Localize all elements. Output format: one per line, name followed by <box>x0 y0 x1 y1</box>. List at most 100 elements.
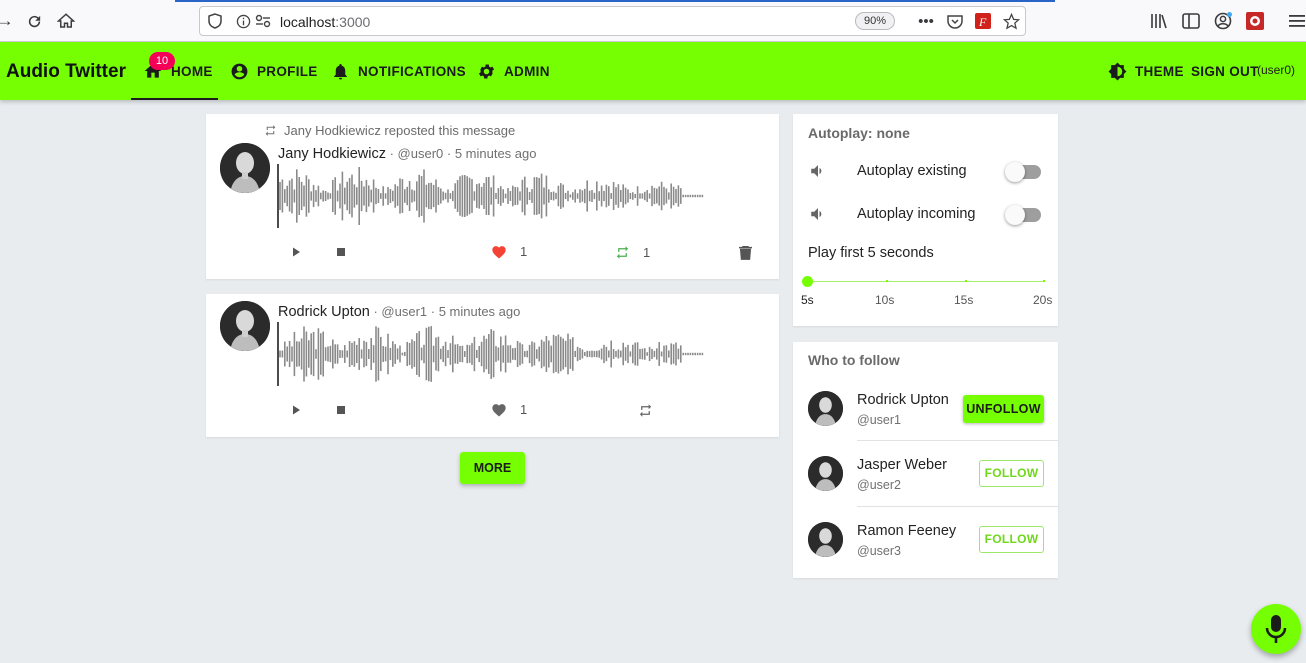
audio-waveform[interactable] <box>277 322 707 386</box>
bookmark-star-icon[interactable] <box>1000 10 1022 32</box>
microphone-icon <box>1265 615 1287 643</box>
nav-notifications[interactable]: NOTIFICATIONS <box>331 42 466 100</box>
theme-button[interactable]: THEME <box>1108 42 1184 100</box>
gear-icon <box>478 64 495 78</box>
toggle-knob <box>1005 205 1025 225</box>
home-page-icon[interactable] <box>55 10 77 32</box>
repost-note: Jany Hodkiewicz reposted this message <box>264 123 515 138</box>
account-circle-icon <box>231 63 248 79</box>
nav-home-label: HOME <box>171 63 213 79</box>
addon-icon[interactable] <box>1244 10 1266 32</box>
avatar[interactable] <box>220 143 270 193</box>
play-icon <box>293 247 300 257</box>
zoom-level[interactable]: 90% <box>855 12 896 30</box>
autoplay-title: Autoplay: none <box>808 125 910 141</box>
post-meta: · @user1 · 5 minutes ago <box>369 304 521 319</box>
follow-user-name[interactable]: Jasper Weber <box>857 457 947 473</box>
slider-tick-mark <box>965 280 967 282</box>
reload-icon[interactable] <box>23 10 45 32</box>
delete-button[interactable] <box>739 245 752 260</box>
menu-icon[interactable] <box>1286 10 1306 32</box>
autoplay-incoming-toggle[interactable] <box>1005 205 1041 225</box>
avatar[interactable] <box>808 456 843 491</box>
slider-thumb[interactable] <box>802 276 813 287</box>
divider <box>857 440 1058 441</box>
app-title[interactable]: Audio Twitter <box>6 61 126 83</box>
sign-out-button[interactable]: SIGN OUT <box>1191 42 1259 100</box>
like-button[interactable]: 1 <box>491 402 527 417</box>
svg-text:F: F <box>978 15 987 29</box>
play-button[interactable] <box>290 246 302 258</box>
post-author: Jany Hodkiewicz · @user0 · 5 minutes ago <box>278 146 536 162</box>
repost-small-icon <box>265 125 276 136</box>
post-meta: · @user0 · 5 minutes ago <box>386 146 537 161</box>
toggle-knob <box>1005 162 1025 182</box>
audio-waveform[interactable] <box>277 164 707 228</box>
shield-icon[interactable] <box>204 10 226 32</box>
extension-f-icon[interactable]: F <box>972 10 994 32</box>
pocket-icon[interactable] <box>944 10 966 32</box>
nav-admin[interactable]: ADMIN <box>477 42 550 100</box>
current-user: (user0) <box>1257 63 1296 77</box>
slider-tick-label: 5s <box>801 293 814 307</box>
sidebar-icon[interactable] <box>1180 10 1202 32</box>
trash-icon <box>739 246 752 260</box>
follow-button[interactable]: FOLLOW <box>979 526 1044 553</box>
follow-user-handle: @user3 <box>857 544 901 558</box>
more-actions-icon[interactable]: ••• <box>915 10 937 32</box>
slider-tick-label: 15s <box>954 293 974 307</box>
stop-button[interactable] <box>336 405 346 415</box>
avatar[interactable] <box>808 522 843 557</box>
stop-icon <box>337 406 345 414</box>
active-tab-indicator <box>131 98 218 100</box>
bell-icon <box>334 63 347 79</box>
follow-user-name[interactable]: Rodrick Upton <box>857 392 949 408</box>
repost-icon <box>616 246 629 259</box>
play-first-label: Play first 5 seconds <box>808 245 934 261</box>
brightness-icon <box>1108 62 1127 80</box>
repost-note-text: Jany Hodkiewicz reposted this message <box>284 123 516 138</box>
record-button[interactable] <box>1251 604 1301 654</box>
like-button[interactable]: 1 <box>491 244 527 259</box>
slider-tick-label: 10s <box>875 293 895 307</box>
unfollow-button[interactable]: UNFOLLOW <box>963 395 1044 423</box>
heart-icon <box>492 404 506 417</box>
account-icon[interactable] <box>1212 10 1234 32</box>
avatar[interactable] <box>220 301 270 351</box>
author-name[interactable]: Rodrick Upton <box>278 304 370 320</box>
nav-profile[interactable]: PROFILE <box>230 42 318 100</box>
who-to-follow-panel: Who to follow Rodrick Upton @user1 UNFOL… <box>793 342 1058 578</box>
repost-button[interactable]: 1 <box>615 245 650 260</box>
follow-user-name[interactable]: Ramon Feeney <box>857 523 956 539</box>
play-button[interactable] <box>290 404 302 416</box>
nav-home[interactable]: HOME <box>143 42 213 100</box>
play-icon <box>293 405 300 415</box>
library-icon[interactable] <box>1148 10 1170 32</box>
sign-out-label: SIGN OUT <box>1191 63 1259 79</box>
slider-tick-mark <box>1043 280 1045 282</box>
slider-tick-label: 20s <box>1033 293 1053 307</box>
permissions-icon[interactable] <box>252 10 274 32</box>
post-author: Rodrick Upton · @user1 · 5 minutes ago <box>278 304 520 320</box>
author-name[interactable]: Jany Hodkiewicz <box>278 146 386 162</box>
slider-track[interactable] <box>807 281 1045 282</box>
tab-indicator <box>175 0 1055 2</box>
follow-user-handle: @user2 <box>857 478 901 492</box>
autoplay-incoming-label: Autoplay incoming <box>857 206 976 222</box>
repost-count: 1 <box>643 245 651 260</box>
avatar[interactable] <box>808 391 843 426</box>
nav-profile-label: PROFILE <box>257 63 318 79</box>
theme-label: THEME <box>1135 63 1184 79</box>
forward-icon[interactable]: → <box>0 10 16 32</box>
autoplay-existing-toggle[interactable] <box>1005 162 1041 182</box>
address-bar[interactable]: localhost:3000 90% ••• F <box>199 6 1026 36</box>
follow-button[interactable]: FOLLOW <box>979 460 1044 487</box>
repost-button[interactable] <box>638 403 653 418</box>
more-button[interactable]: MORE <box>460 452 525 484</box>
stop-icon <box>337 248 345 256</box>
info-icon[interactable] <box>232 10 254 32</box>
browser-toolbar: → localhost:3000 90% ••• F <box>0 0 1306 42</box>
notification-badge: 10 <box>149 52 175 70</box>
repost-icon <box>639 404 652 417</box>
stop-button[interactable] <box>336 247 346 257</box>
